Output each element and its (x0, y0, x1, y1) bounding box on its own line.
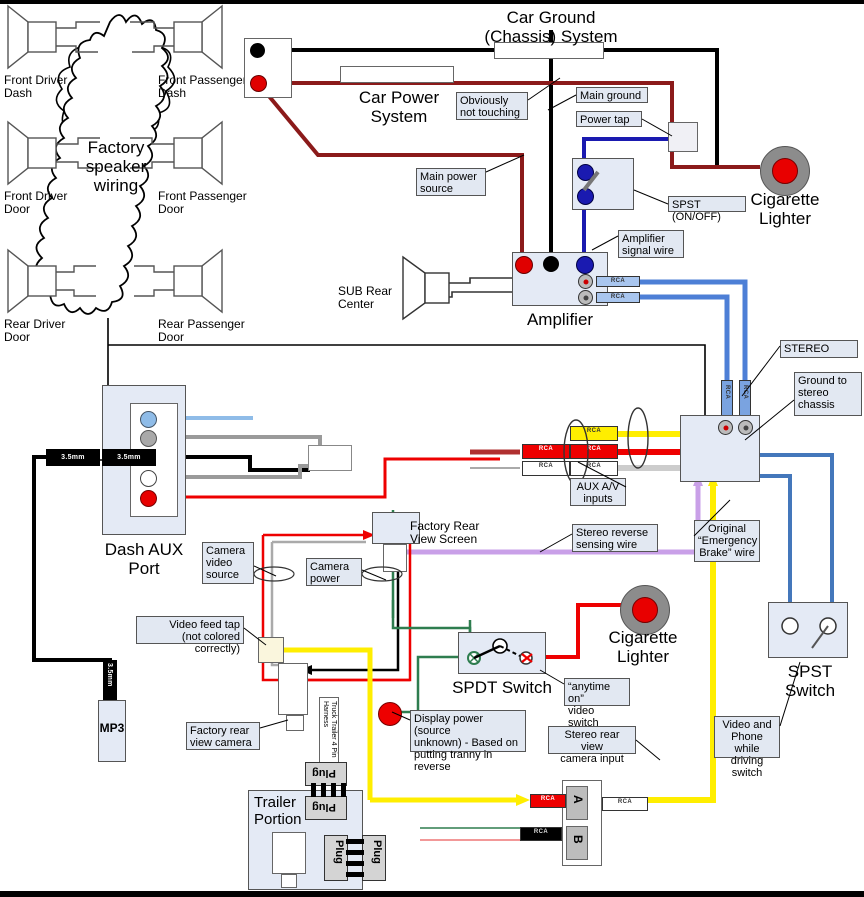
bottom-border-bar (0, 891, 864, 897)
wiring-diagram-canvas: Front Driver Dash Front Passenger Dash F… (0, 0, 864, 897)
top-border-bar (0, 0, 864, 4)
callout-leader-lines (243, 77, 801, 761)
